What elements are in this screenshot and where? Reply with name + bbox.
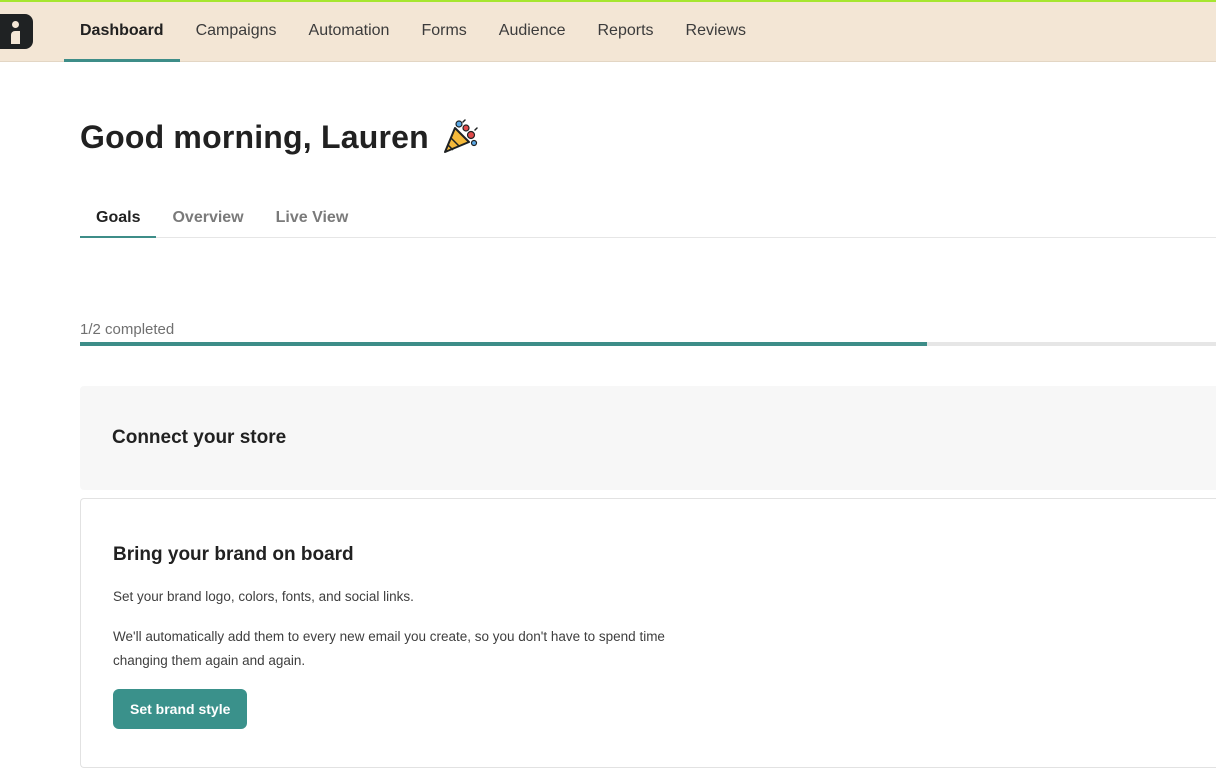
app-logo-icon[interactable] — [0, 14, 33, 49]
nav-item-campaigns[interactable]: Campaigns — [180, 2, 293, 62]
tab-goals[interactable]: Goals — [80, 199, 157, 238]
progress-bar — [80, 342, 1216, 346]
nav-item-audience[interactable]: Audience — [483, 2, 582, 62]
nav-item-automation[interactable]: Automation — [293, 2, 406, 62]
page-title: Good morning, Lauren — [80, 118, 429, 155]
party-popper-icon — [443, 119, 478, 153]
progress-bar-fill — [80, 342, 928, 346]
nav-item-dashboard[interactable]: Dashboard — [64, 2, 180, 62]
dashboard-tabs: Goals Overview Live View — [80, 199, 1216, 238]
main-nav: Dashboard Campaigns Automation Forms Aud… — [64, 2, 762, 62]
goal-description: Set your brand logo, colors, fonts, and … — [113, 589, 414, 604]
goal-description: We'll automatically add them to every ne… — [113, 629, 665, 668]
tab-live-view[interactable]: Live View — [260, 199, 365, 237]
goal-title: Connect your store — [112, 427, 287, 448]
nav-item-reports[interactable]: Reports — [582, 2, 670, 62]
goal-brand-card: Bring your brand on board Set your brand… — [80, 498, 1216, 768]
goal-connect-store[interactable]: Connect your store — [80, 386, 1216, 490]
set-brand-style-button[interactable]: Set brand style — [113, 689, 248, 729]
nav-item-reviews[interactable]: Reviews — [670, 2, 762, 62]
top-navigation-bar: Dashboard Campaigns Automation Forms Aud… — [0, 0, 1216, 62]
nav-item-forms[interactable]: Forms — [405, 2, 482, 62]
tab-overview[interactable]: Overview — [156, 199, 259, 237]
goal-title: Bring your brand on board — [113, 544, 354, 565]
progress-label: 1/2 completed — [80, 321, 175, 338]
greeting-header: Good morning, Lauren — [80, 118, 479, 156]
